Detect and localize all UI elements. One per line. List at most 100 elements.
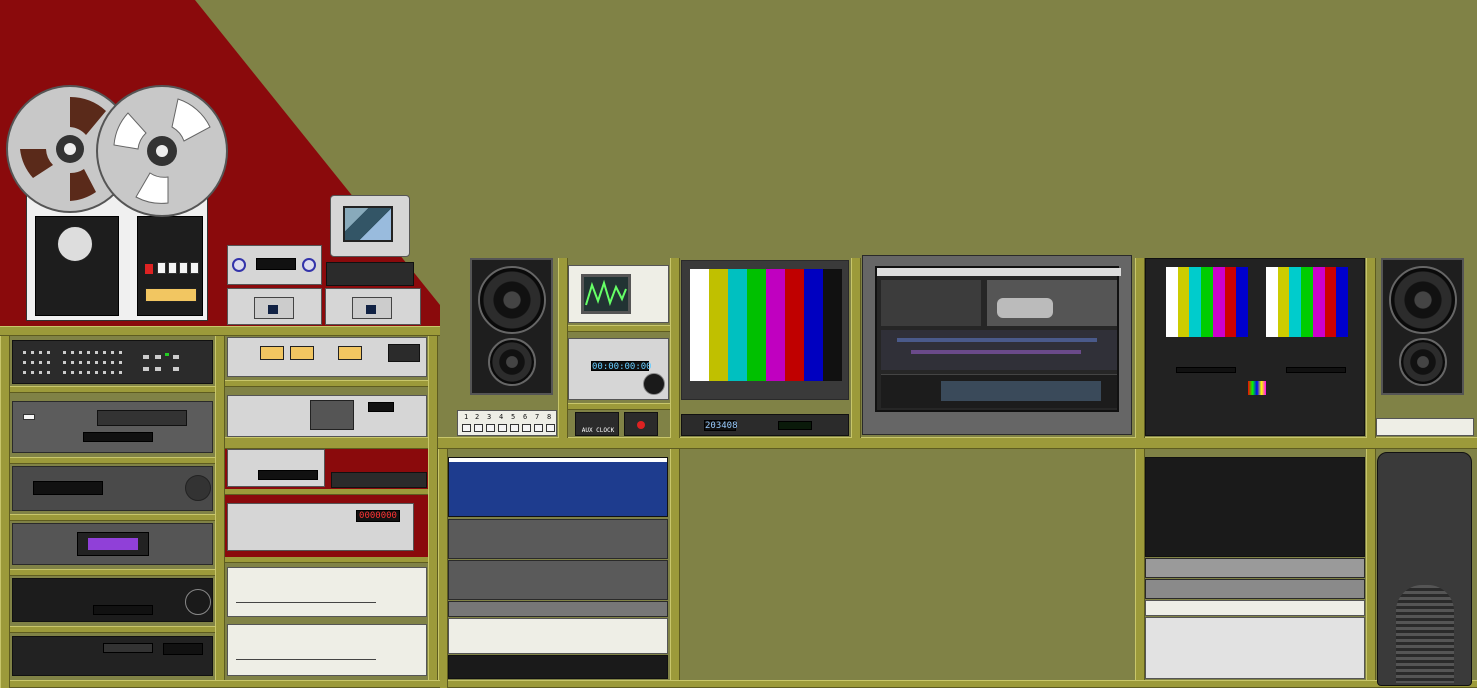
shelf-post <box>215 336 225 688</box>
disc-tray[interactable] <box>236 602 376 608</box>
changer-display <box>163 643 203 655</box>
switch-number: 1 <box>464 413 469 421</box>
crosspoint-matrix[interactable] <box>448 560 668 600</box>
transport-button[interactable] <box>168 262 177 274</box>
waveform-monitor[interactable] <box>568 265 669 323</box>
shelf-post <box>0 336 10 688</box>
shelf-post <box>1135 449 1145 688</box>
power-switch[interactable] <box>624 412 658 436</box>
capstan-knob[interactable] <box>57 226 93 262</box>
crosspoint-matrix[interactable] <box>448 519 668 559</box>
rack-shelf <box>10 386 215 393</box>
level-meter <box>778 421 812 430</box>
main-shelf <box>220 437 1477 449</box>
vcr[interactable] <box>12 401 213 453</box>
preview-meter <box>1286 367 1346 373</box>
rack-shelf <box>10 457 215 464</box>
shelf-post <box>438 449 448 688</box>
signal-router[interactable] <box>1376 418 1474 436</box>
cd-changer[interactable] <box>12 636 213 676</box>
transport-button[interactable] <box>157 262 166 274</box>
rack-shelf <box>10 569 215 576</box>
receiver-display <box>256 258 296 270</box>
vcr-display <box>83 432 153 442</box>
knob-icon[interactable] <box>232 258 246 272</box>
clock-label: AUX CLOCK <box>581 427 615 434</box>
tape-slot[interactable] <box>97 410 187 426</box>
switch-button[interactable] <box>474 424 483 432</box>
betacam-deck[interactable]: 0000000 <box>227 503 414 551</box>
switch-number: 4 <box>499 413 504 421</box>
av-receiver[interactable] <box>12 578 213 622</box>
rack-shelf <box>225 380 428 387</box>
switch-button[interactable] <box>522 424 531 432</box>
record-button[interactable] <box>145 264 153 274</box>
aux-clock: AUX CLOCK <box>575 412 619 436</box>
switch-number: 7 <box>535 413 540 421</box>
reel-deck-panel[interactable] <box>227 395 427 437</box>
rack-processor[interactable] <box>1145 558 1365 578</box>
portable-tv[interactable] <box>330 195 410 257</box>
laserdisc-player[interactable] <box>227 624 427 676</box>
cd-display <box>33 481 103 495</box>
rack-processor[interactable] <box>1145 600 1365 616</box>
led-icon <box>637 421 645 429</box>
rack-shelf <box>10 514 215 521</box>
graphic-equalizer[interactable] <box>12 340 213 384</box>
connector-panel[interactable] <box>448 655 668 679</box>
tape-timer: 0000000 <box>356 510 400 522</box>
rack-shelf <box>568 403 670 410</box>
transport-button[interactable] <box>190 262 199 274</box>
remote-unit[interactable] <box>331 472 427 488</box>
laserdisc-player[interactable] <box>227 567 427 617</box>
switch-number: 8 <box>547 413 552 421</box>
vu-meter-icon <box>260 346 284 360</box>
router-panel[interactable] <box>448 457 668 517</box>
knob-icon[interactable] <box>302 258 316 272</box>
color-strip <box>1248 381 1266 395</box>
woofer <box>478 266 546 334</box>
tape-window <box>310 400 354 430</box>
switch-button[interactable] <box>546 424 555 432</box>
stereo-receiver[interactable] <box>227 245 322 285</box>
knob-icon[interactable] <box>185 475 211 501</box>
disc-tray[interactable] <box>103 643 153 653</box>
dat-recorder[interactable] <box>227 449 325 487</box>
switch-number: 6 <box>523 413 528 421</box>
shelf-post <box>1135 258 1145 438</box>
digital-vtr[interactable]: 00:00:00:00 <box>568 338 669 400</box>
nle-screen <box>875 266 1121 412</box>
shelf-post <box>851 258 861 438</box>
vcr-button[interactable] <box>23 414 35 420</box>
tape-deck[interactable] <box>227 288 322 325</box>
switch-button[interactable] <box>486 424 495 432</box>
speaker-icon <box>1381 258 1464 395</box>
rack-processor[interactable] <box>1145 579 1365 599</box>
switch-button[interactable] <box>462 424 471 432</box>
cassette-deck[interactable] <box>227 337 427 377</box>
preview-monitor-pair <box>1145 258 1365 436</box>
input-switcher[interactable]: 1 2 3 4 5 6 7 8 <box>457 410 557 436</box>
transport-button[interactable] <box>179 262 188 274</box>
disc-tray[interactable] <box>236 659 376 665</box>
jog-wheel[interactable] <box>643 373 665 395</box>
patch-bay[interactable] <box>448 601 668 617</box>
shelf-post <box>670 258 680 438</box>
tape-deck[interactable] <box>325 288 421 325</box>
switch-number: 2 <box>475 413 480 421</box>
rack-shelf <box>448 680 1477 688</box>
switch-button[interactable] <box>498 424 507 432</box>
rack-shelf <box>10 626 215 633</box>
rack-computer[interactable] <box>1145 617 1365 679</box>
cd-player[interactable] <box>12 466 213 511</box>
knob-icon[interactable] <box>185 589 211 615</box>
cassette-well[interactable] <box>388 344 420 362</box>
switch-button[interactable] <box>510 424 519 432</box>
patch-bay[interactable] <box>448 618 668 654</box>
dvd-player[interactable] <box>12 523 213 565</box>
timecode-reader: 203408 <box>681 414 849 436</box>
audio-mixer[interactable] <box>1145 457 1365 557</box>
speaker-icon <box>470 258 553 395</box>
switch-button[interactable] <box>534 424 543 432</box>
shelf-post <box>558 258 568 438</box>
